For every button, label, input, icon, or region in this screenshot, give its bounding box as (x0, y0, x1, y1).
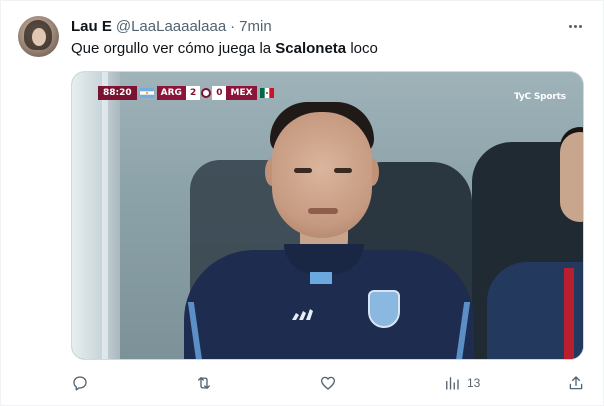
separator-dot: · (230, 17, 236, 35)
team-away: MEX (226, 86, 257, 100)
collar-accent (310, 272, 332, 284)
score-home: 2 (185, 86, 201, 100)
background-window (72, 72, 120, 359)
avatar-face (32, 28, 46, 46)
display-name[interactable]: Lau E (71, 18, 112, 35)
coach-mouth (308, 208, 338, 214)
more-dot (578, 24, 582, 28)
reply-button[interactable] (71, 371, 89, 395)
share-icon (569, 376, 583, 390)
views-button[interactable]: 13 (443, 371, 480, 395)
user-handle[interactable]: @LaaLaaaalaaa (116, 18, 226, 35)
afa-crest (368, 290, 400, 328)
tweet-text-bold: Scaloneta (275, 40, 347, 57)
coach-eye-left (294, 168, 312, 173)
tweet-actions: 13 (71, 371, 586, 395)
tweet-header: Lau E @LaaLaaaalaaa · 7min (71, 16, 272, 36)
tweet-text-end: loco (346, 40, 378, 57)
scoreboard: 88:20 ARG 2 0 MEX (98, 86, 277, 100)
timestamp[interactable]: 7min (239, 18, 272, 35)
team-home: ARG (156, 86, 186, 100)
second-person-head (560, 132, 583, 222)
background-window-frame (102, 72, 108, 359)
score-away: 0 (212, 86, 227, 100)
coach-face (272, 112, 372, 238)
retweet-button[interactable] (195, 371, 213, 395)
lanyard-strap (564, 268, 574, 359)
reply-icon (73, 376, 87, 391)
adidas-logo-icon (292, 309, 313, 320)
views-count: 13 (467, 376, 481, 390)
share-button[interactable] (567, 371, 585, 395)
retweet-icon (198, 377, 210, 389)
broadcaster-watermark: TyC Sports (514, 92, 566, 102)
coach-eye-right (334, 168, 352, 173)
avatar[interactable] (18, 16, 59, 57)
heart-icon (320, 376, 336, 390)
more-options-icon[interactable] (563, 15, 587, 37)
tweet-text: Que orgullo ver cómo juega la Scaloneta … (71, 39, 378, 59)
tweet-media-image[interactable]: 88:20 ARG 2 0 MEX TyC Sports (71, 71, 584, 360)
tweet-text-start: Que orgullo ver cómo juega la (71, 40, 276, 57)
more-dot (573, 24, 577, 28)
views-chart-icon (446, 377, 459, 390)
match-clock: 88:20 (98, 86, 137, 100)
mexico-flag-icon (259, 88, 274, 98)
ball-icon (201, 88, 212, 98)
tweet-card[interactable]: Lau E @LaaLaaaalaaa · 7min Que orgullo v… (0, 0, 604, 406)
like-button[interactable] (319, 371, 337, 395)
argentina-flag-icon (139, 88, 154, 98)
more-dot (568, 24, 572, 28)
